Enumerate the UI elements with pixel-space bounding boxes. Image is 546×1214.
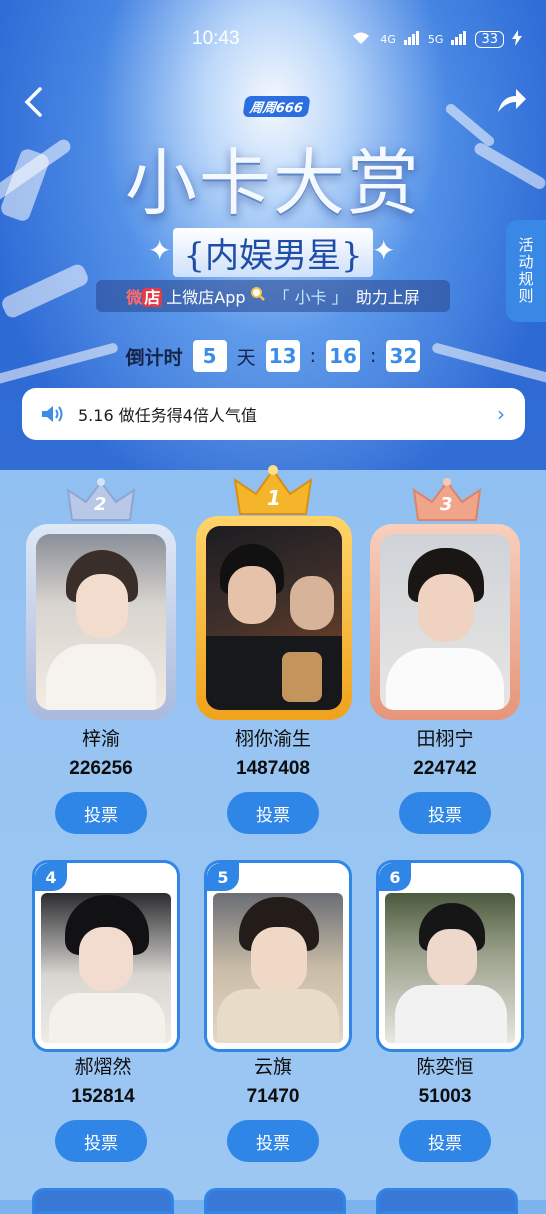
countdown-seconds: 32 [386,340,421,372]
rank-badge: 5 [207,863,239,891]
countdown-sep: : [309,345,317,367]
banner-text-before: 上微店App [166,288,246,307]
candidate-card-5[interactable]: 5 [204,860,352,1052]
share-icon [498,89,526,112]
crown-silver-icon: 2 [66,476,136,530]
system-icons: 4G 5G 33 [350,30,522,49]
vote-button[interactable]: 投票 [55,1120,147,1162]
vote-button[interactable]: 投票 [55,792,147,834]
back-button[interactable] [22,86,52,117]
crown-rank: 2 [94,494,107,515]
candidate-card-peek [204,1188,346,1214]
signal-icon-2 [451,31,467,48]
signal-icon [403,31,420,48]
rules-button[interactable]: 活动规则 [506,220,546,322]
battery-indicator: 33 [475,31,504,48]
share-button[interactable] [494,84,528,118]
banner-text-after: 助力上屏 [355,288,420,307]
countdown-day-unit: 天 [236,346,256,369]
crown-bronze-icon: 3 [412,476,482,530]
banner-keyword: 「 小卡 」 [273,288,348,307]
status-bar: 10:43 4G 5G 33 [0,28,546,54]
crown-rank: 1 [267,486,281,510]
vote-button[interactable]: 投票 [227,792,319,834]
vote-button[interactable]: 投票 [227,1120,319,1162]
network-5g-label: 5G [427,33,444,46]
avatar-photo [36,534,166,710]
vote-count: 226256 [69,758,133,779]
speaker-icon [40,404,66,424]
chevron-right-icon: › [497,402,505,426]
avatar-photo [385,893,515,1043]
candidate-name: 陈奕恒 [416,1056,474,1078]
brand-tag: 周周666 [242,96,311,117]
avatar-photo [380,534,510,710]
candidate-name: 栩你渝生 [234,728,311,750]
podium-card-1[interactable] [196,516,352,720]
page-subtitle: {内娱男星} [173,228,373,277]
vote-button[interactable]: 投票 [399,792,491,834]
vote-button[interactable]: 投票 [399,1120,491,1162]
candidate-card-6[interactable]: 6 [376,860,524,1052]
status-time: 10:43 [192,28,240,49]
rank-badge: 4 [35,863,67,891]
countdown-hours: 13 [265,340,300,372]
charging-icon [512,30,522,49]
vote-count: 152814 [71,1086,135,1107]
vote-count: 71470 [246,1086,300,1107]
promo-banner[interactable]: 微店 上微店App 「 小卡 」 助力上屏 [96,280,450,312]
chevron-left-icon [24,87,42,117]
podium-card-3[interactable] [370,524,520,720]
countdown-minutes: 16 [326,340,361,372]
page-title: 小卡大赏 [124,141,421,225]
wifi-icon [350,30,372,49]
podium-card-2[interactable] [26,524,176,720]
search-icon [250,286,266,306]
candidate-card-peek [376,1188,518,1214]
notice-text: 5.16 做任务得4倍人气值 [78,406,257,425]
countdown: 倒计时 5 天 13 : 16 : 32 [0,340,546,372]
task-notice[interactable]: 5.16 做任务得4倍人气值 › [22,388,525,440]
crown-rank: 3 [440,494,453,515]
network-4g-label: 4G [380,33,396,46]
vote-count: 224742 [413,758,477,779]
candidate-name: 梓渝 [81,728,120,750]
weidian-logo: 微店 [126,288,163,307]
vote-count: 1487408 [236,758,310,779]
avatar-photo [206,526,342,710]
candidate-card-peek [32,1188,174,1214]
crown-gold-icon: 1 [232,464,314,524]
countdown-label: 倒计时 [125,346,183,369]
candidate-name: 郝熠然 [74,1056,132,1078]
candidate-card-4[interactable]: 4 [32,860,180,1052]
vote-count: 51003 [418,1086,472,1107]
avatar-photo [41,893,171,1043]
rank-badge: 6 [379,863,411,891]
countdown-days: 5 [192,340,227,372]
candidate-name: 云旗 [253,1056,292,1078]
candidate-name: 田栩宁 [416,728,474,750]
avatar-photo [213,893,343,1043]
countdown-sep: : [370,345,377,367]
